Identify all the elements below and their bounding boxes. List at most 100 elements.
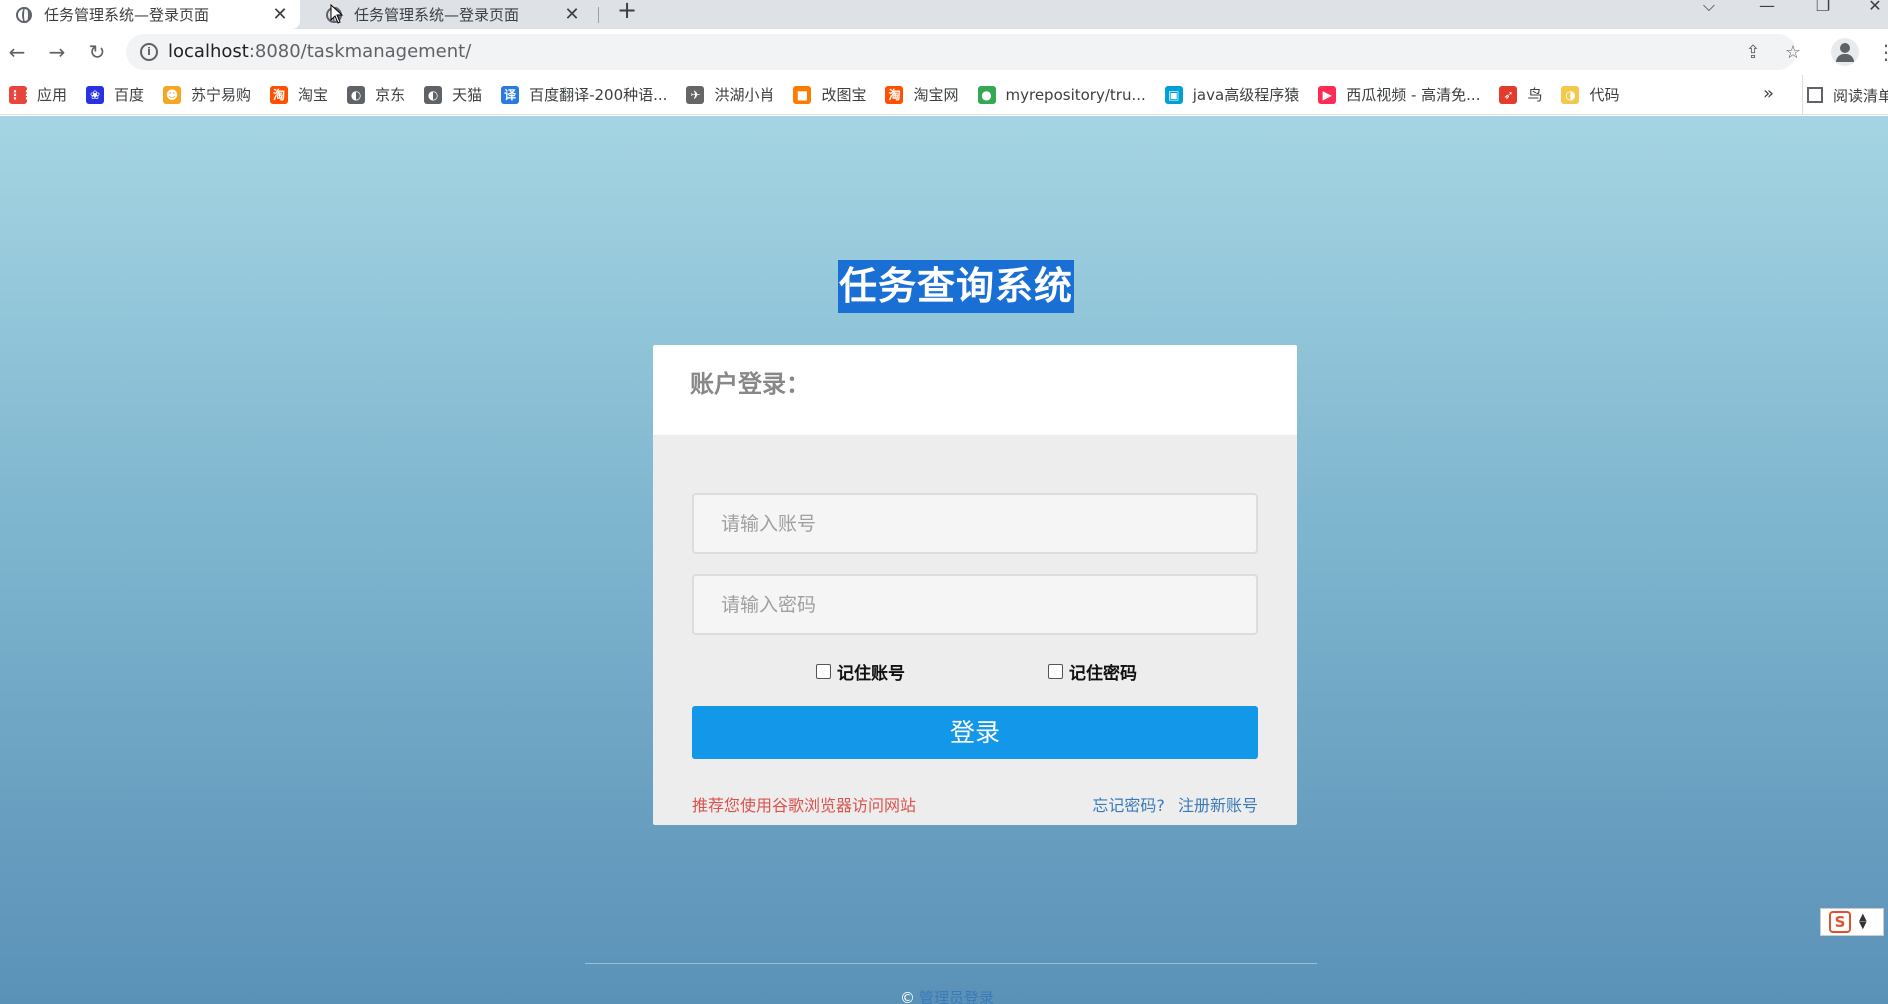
- login-button[interactable]: 登录: [692, 706, 1258, 759]
- bookmark-item[interactable]: 淘淘宝网: [885, 84, 959, 105]
- bird-icon: ✈: [686, 85, 705, 104]
- account-links: 忘记密码? 注册新账号: [1084, 792, 1258, 816]
- apps-grid-icon: ⋮⋮: [9, 85, 33, 104]
- admin-login-link[interactable]: 管理员登录: [919, 989, 994, 1004]
- reading-list-button[interactable]: 阅读清单: [1802, 75, 1888, 114]
- tab-title: 任务管理系统—登录页面: [354, 6, 520, 24]
- bookmarks-overflow-button[interactable]: »: [1763, 83, 1774, 104]
- bilibili-icon: ▣: [1164, 85, 1183, 104]
- bookmark-label: 天猫: [452, 86, 483, 104]
- bookmark-label: java高级程序猿: [1192, 86, 1300, 104]
- tab-login-page-active[interactable]: 任务管理系统—登录页面 ✕: [0, 0, 300, 29]
- globe-icon: ◐: [347, 85, 366, 104]
- translate-icon: 译: [501, 85, 520, 104]
- xigua-icon: ▶: [1318, 85, 1337, 104]
- reading-list-label: 阅读清单: [1833, 86, 1888, 105]
- site-info-icon[interactable]: i: [140, 43, 158, 61]
- taobao-icon: 淘: [885, 85, 904, 104]
- bookmark-item[interactable]: 译百度翻译-200种语...: [501, 84, 667, 105]
- bookmark-label: 苏宁易购: [191, 86, 252, 104]
- bookmark-item[interactable]: ▣ java高级程序猿: [1164, 84, 1300, 105]
- browser-menu-icon[interactable]: ⋮: [1876, 39, 1888, 65]
- remember-account-label: 记住账号: [837, 664, 905, 684]
- bookmark-item[interactable]: ■ 改图宝: [793, 84, 866, 105]
- bookmark-item[interactable]: ▶ 西瓜视频 - 高清免...: [1318, 84, 1480, 105]
- profile-avatar-icon[interactable]: [1831, 38, 1859, 66]
- footer-copyright: © 管理员登录: [900, 987, 994, 1004]
- reload-icon[interactable]: ↻: [82, 37, 112, 67]
- address-bar[interactable]: i localhost:8080/taskmanagement/ ⇪ ☆: [126, 34, 1801, 70]
- account-login-heading: 账户登录：: [690, 370, 810, 398]
- bookmark-label: 淘宝: [298, 86, 329, 104]
- forward-arrow-icon[interactable]: →: [42, 37, 72, 67]
- bookmark-label: 改图宝: [821, 86, 867, 104]
- footer-divider: [585, 963, 1317, 964]
- copyright-symbol: ©: [900, 989, 915, 1004]
- tab-close-icon[interactable]: ✕: [562, 4, 582, 25]
- register-link[interactable]: 注册新账号: [1178, 796, 1258, 815]
- moon-icon: ◑: [1561, 85, 1580, 104]
- forgot-password-link[interactable]: 忘记密码?: [1092, 796, 1165, 815]
- suning-icon: ☻: [163, 85, 182, 104]
- taobao-icon: 淘: [270, 85, 289, 104]
- new-tab-button[interactable]: +: [615, 0, 639, 26]
- chrome-icon: ●: [977, 85, 996, 104]
- minimize-button[interactable]: —: [1744, 0, 1790, 29]
- baidu-paw-icon: ❀: [86, 85, 105, 104]
- gaitubao-icon: ■: [793, 85, 812, 104]
- bookmark-item[interactable]: ◐ 天猫: [424, 84, 482, 105]
- browser-toolbar: ← → ↻ i localhost:8080/taskmanagement/ ⇪…: [0, 29, 1888, 75]
- close-window-button[interactable]: ✕: [1852, 0, 1888, 29]
- login-card-header: 账户登录：: [653, 345, 1297, 435]
- bookmark-label: 应用: [37, 86, 68, 104]
- mouse-cursor-icon: [330, 4, 344, 24]
- tab-login-page[interactable]: 任务管理系统—登录页面 ✕: [310, 0, 592, 29]
- page-content: 任务查询系统 账户登录： 记住账号 记住密码 登录 推荐您使用谷歌浏览器访问网站…: [0, 116, 1888, 1004]
- bookmark-star-icon[interactable]: ☆: [1782, 42, 1804, 64]
- bookmark-label: 淘宝网: [913, 86, 959, 104]
- bookmark-label: 京东: [375, 86, 406, 104]
- tab-separator: [598, 7, 599, 23]
- ime-arrows-icon[interactable]: ▲ ▼: [1859, 913, 1867, 931]
- checkbox-icon[interactable]: [816, 664, 831, 679]
- bookmark-label: 西瓜视频 - 高清免...: [1346, 86, 1481, 104]
- password-input[interactable]: [692, 574, 1258, 635]
- ime-toolbar[interactable]: S ▲ ▼: [1820, 908, 1884, 936]
- bookmark-item[interactable]: ☻ 苏宁易购: [163, 84, 251, 105]
- login-card: 账户登录： 记住账号 记住密码 登录 推荐您使用谷歌浏览器访问网站 忘记密码? …: [653, 345, 1297, 825]
- bookmark-label: 百度: [114, 86, 145, 104]
- maximize-button[interactable]: ❐: [1800, 0, 1846, 29]
- sogou-ime-icon[interactable]: S: [1829, 911, 1851, 933]
- bookmark-item[interactable]: ● myrepository/tru...: [977, 85, 1146, 104]
- bookmarks-bar: ⋮⋮ 应用 ❀ 百度 ☻ 苏宁易购淘淘宝 ◐ 京东 ◐ 天猫译百度翻译-200种语... ✈ 洪湖小肖…: [0, 75, 1888, 115]
- bookmark-label: 洪湖小肖: [714, 86, 775, 104]
- globe-icon: [16, 6, 32, 23]
- bookmark-label: 鸟: [1527, 86, 1543, 104]
- bookmark-item[interactable]: ⋮⋮ 应用: [9, 84, 67, 105]
- account-input[interactable]: [692, 493, 1258, 554]
- tab-strip: 任务管理系统—登录页面 ✕ 任务管理系统—登录页面 ✕ + ⌵ — ❐ ✕: [0, 0, 1888, 29]
- tab-close-icon[interactable]: ✕: [270, 4, 290, 25]
- bookmark-item[interactable]: 淘淘宝: [270, 84, 328, 105]
- bookmark-label: 百度翻译-200种语...: [529, 86, 668, 104]
- bookmark-label: 代码: [1589, 86, 1620, 104]
- reading-list-icon: [1807, 87, 1823, 103]
- remember-password-label: 记住密码: [1069, 664, 1137, 684]
- bookmark-item[interactable]: ❀ 百度: [86, 84, 144, 105]
- checkbox-icon[interactable]: [1048, 664, 1063, 679]
- bookmark-item[interactable]: ✈ 洪湖小肖: [686, 84, 774, 105]
- bookmark-label: myrepository/tru...: [1005, 85, 1146, 104]
- share-icon[interactable]: ⇪: [1742, 42, 1764, 64]
- bookmark-item[interactable]: ➶ 鸟: [1499, 84, 1542, 105]
- bookmark-item[interactable]: ◐ 京东: [347, 84, 405, 105]
- back-arrow-icon[interactable]: ←: [2, 37, 32, 67]
- remember-password-checkbox[interactable]: 记住密码: [1048, 659, 1137, 684]
- bookmark-item[interactable]: ◑ 代码: [1561, 84, 1620, 105]
- system-title: 任务查询系统: [838, 260, 1075, 313]
- browser-recommend-text: 推荐您使用谷歌浏览器访问网站: [692, 796, 917, 815]
- bird-red-icon: ➶: [1499, 85, 1518, 104]
- remember-account-checkbox[interactable]: 记住账号: [816, 659, 905, 684]
- tab-title: 任务管理系统—登录页面: [44, 6, 210, 24]
- url-text[interactable]: localhost:8080/taskmanagement/: [168, 34, 471, 70]
- tab-search-icon[interactable]: ⌵: [1686, 0, 1732, 29]
